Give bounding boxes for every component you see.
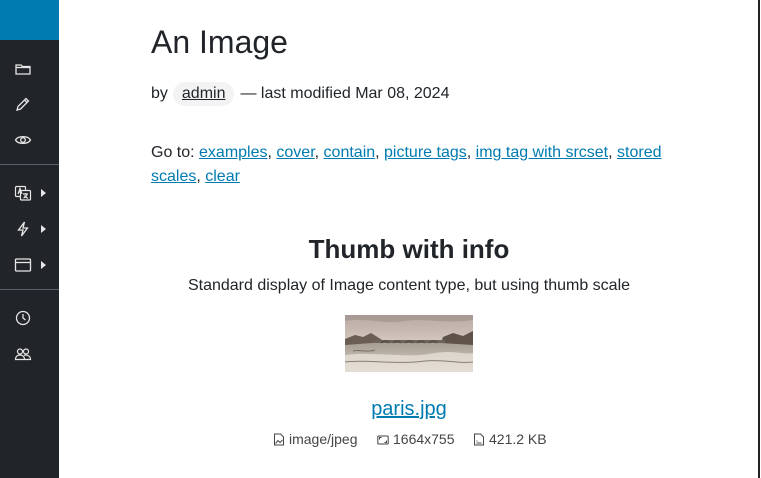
file-size: 421.2 KB <box>473 431 547 447</box>
goto-link-cover[interactable]: cover <box>276 144 314 161</box>
people-icon <box>14 348 32 361</box>
goto-links: Go to: examples, cover, contain, picture… <box>151 144 662 185</box>
goto-link-examples[interactable]: examples <box>199 144 267 161</box>
file-dimensions-text: 1664x755 <box>393 431 455 447</box>
sidebar-item-translate[interactable] <box>0 178 59 208</box>
goto-link-clear[interactable]: clear <box>205 168 240 185</box>
sidebar-item-sharing[interactable] <box>0 339 59 369</box>
window-icon <box>14 258 32 272</box>
translate-icon <box>14 185 32 201</box>
file-download-link-wrapper: paris.jpg <box>151 398 667 421</box>
pencil-icon <box>16 97 30 111</box>
file-image-icon <box>274 433 284 445</box>
image-thumbnail[interactable] <box>345 315 473 372</box>
section-subtitle: Standard display of Image content type, … <box>187 277 631 294</box>
paris-painting-image <box>345 315 473 372</box>
sidebar-item-actions[interactable] <box>0 214 59 244</box>
page-title: An Image <box>151 24 288 60</box>
byline-modified: — last modified Mar 08, 2024 <box>240 85 450 102</box>
goto-link-img-srcset[interactable]: img tag with srcset <box>476 144 608 161</box>
file-mimetype-text: image/jpeg <box>289 431 358 447</box>
section-title: Thumb with info <box>308 234 510 264</box>
file-mimetype: image/jpeg <box>273 431 358 447</box>
goto-prefix: Go to: <box>151 144 200 161</box>
toolbar-sidebar <box>0 0 59 478</box>
sidebar-item-view[interactable] <box>0 125 59 155</box>
lightning-icon <box>17 221 29 237</box>
sidebar-divider <box>0 289 59 290</box>
chevron-right-icon <box>41 225 46 233</box>
author-link[interactable]: admin <box>172 82 235 106</box>
sidebar-item-display[interactable] <box>0 250 59 280</box>
eye-icon <box>14 135 32 145</box>
sidebar-divider <box>0 164 59 165</box>
aspect-ratio-icon <box>377 435 389 444</box>
sidebar-item-history[interactable] <box>0 303 59 333</box>
chevron-right-icon <box>41 189 46 197</box>
byline-by: by <box>151 85 168 102</box>
goto-link-contain[interactable]: contain <box>324 144 376 161</box>
chevron-right-icon <box>41 261 46 269</box>
sidebar-item-contents[interactable] <box>0 54 59 84</box>
toolbar-logo-area[interactable] <box>0 0 59 40</box>
document-byline: by admin — last modified Mar 08, 2024 <box>151 82 449 106</box>
folder-icon <box>15 64 31 75</box>
page-border <box>758 0 760 478</box>
file-size-text: 421.2 KB <box>489 431 547 447</box>
file-size-icon <box>474 433 484 445</box>
file-download-link[interactable]: paris.jpg <box>371 398 447 420</box>
goto-link-picture-tags[interactable]: picture tags <box>384 144 467 161</box>
clock-icon <box>15 310 31 326</box>
file-dimensions: 1664x755 <box>377 431 455 447</box>
sidebar-item-edit[interactable] <box>0 89 59 119</box>
